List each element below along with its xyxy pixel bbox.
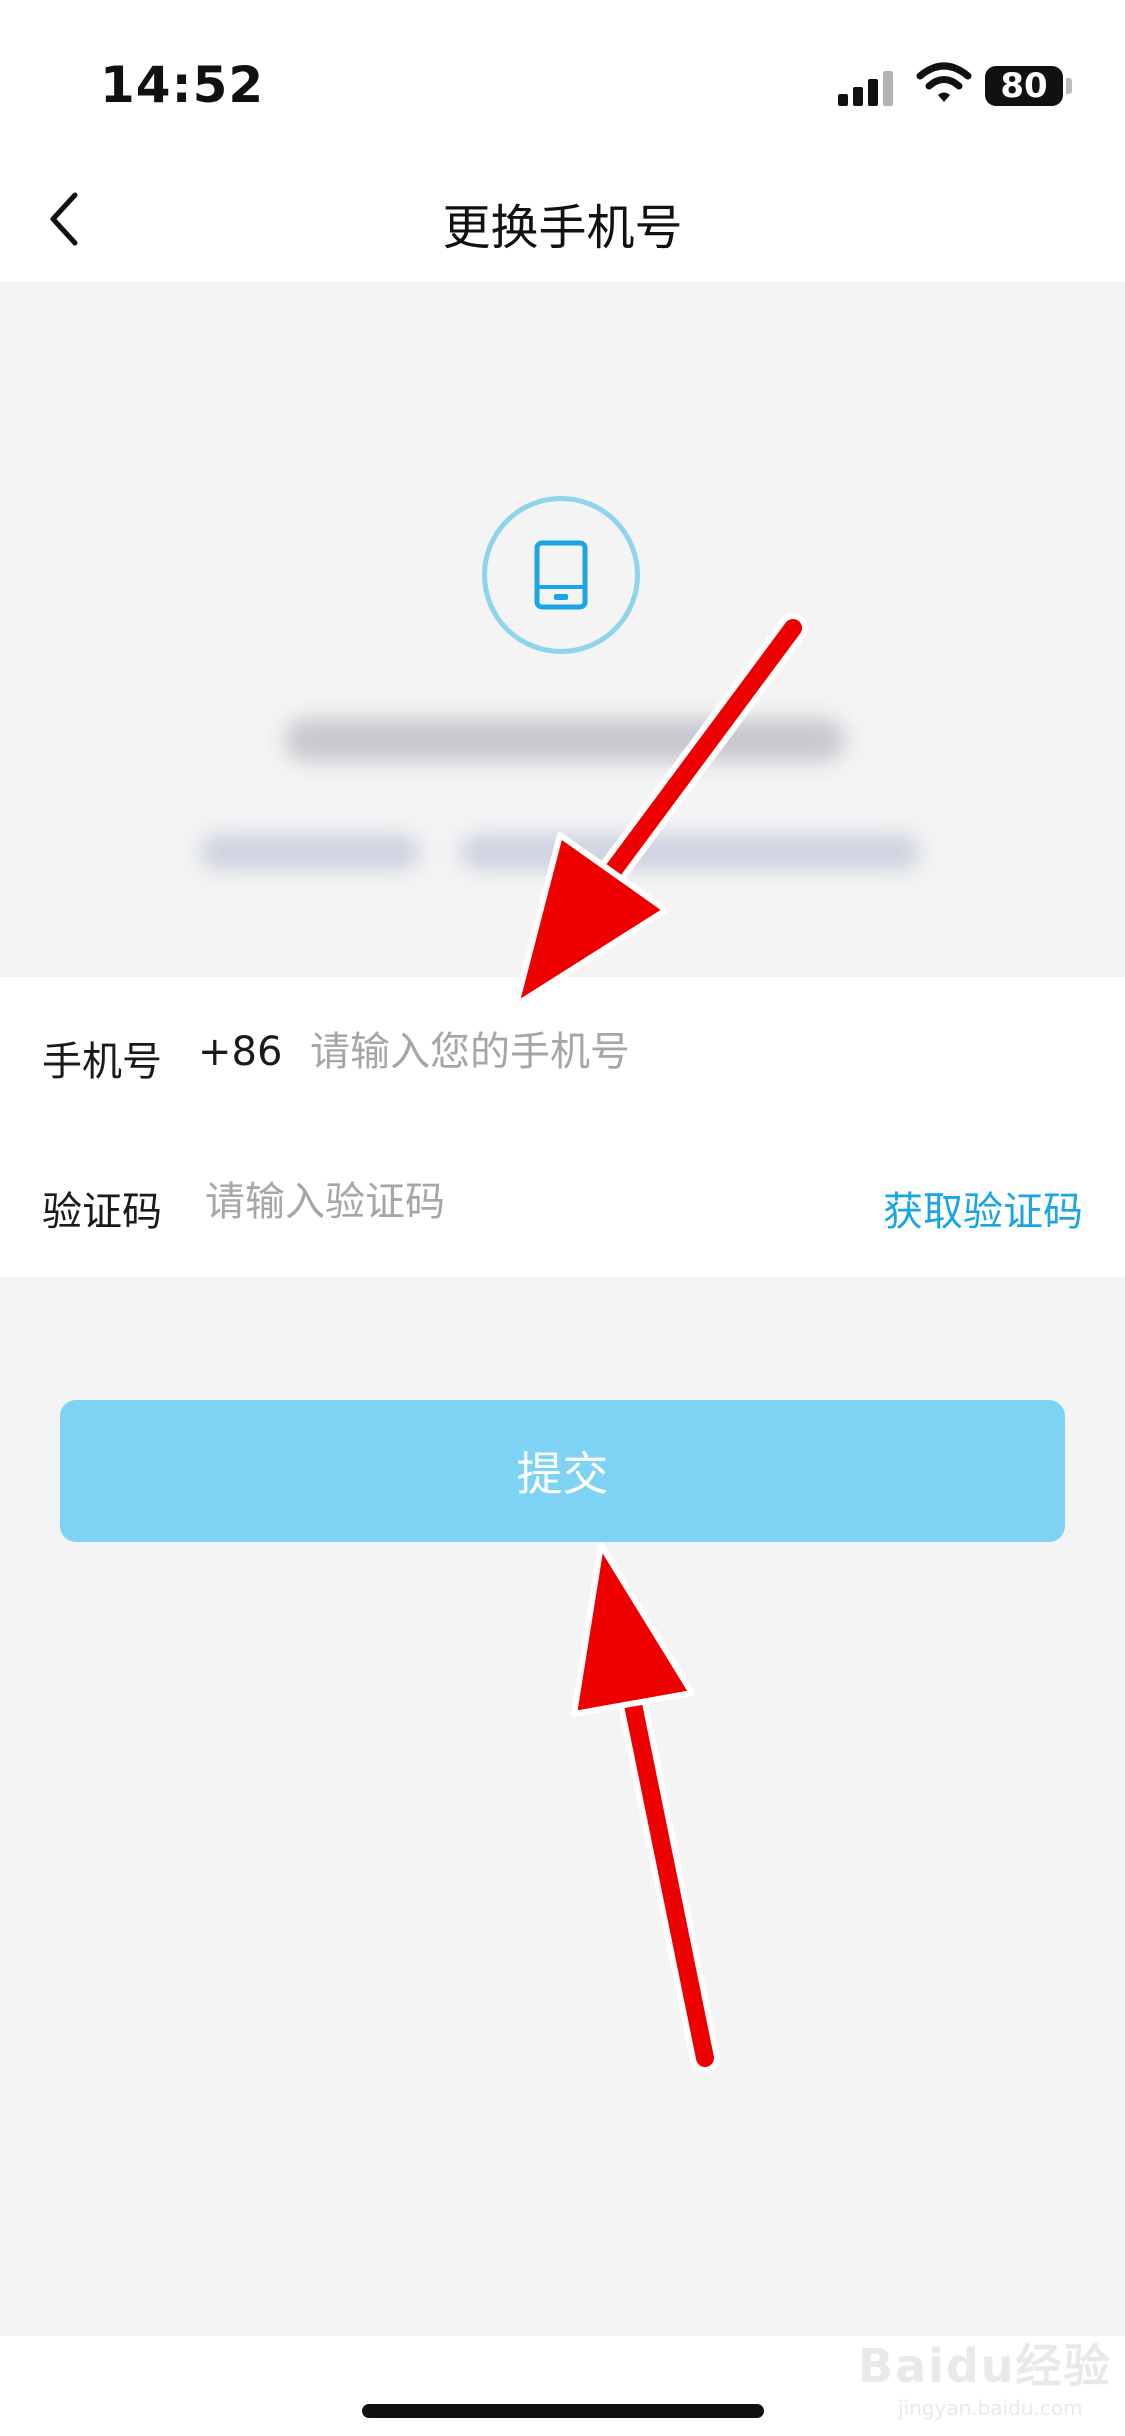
phone-input[interactable] — [310, 1017, 870, 1087]
country-code[interactable]: +86 — [198, 1029, 282, 1075]
blurred-current-number — [285, 718, 845, 762]
home-indicator[interactable] — [362, 2404, 764, 2418]
baidu-watermark: Baidu经验 — [858, 2339, 1112, 2393]
blurred-notice-right — [460, 834, 920, 870]
wifi-icon — [916, 62, 972, 102]
phone-device-icon — [534, 540, 588, 610]
navigation-bar: 更换手机号 — [0, 150, 1125, 282]
blurred-notice-left — [200, 834, 420, 870]
submit-button[interactable]: 提交 — [60, 1400, 1065, 1542]
phone-row: 手机号 +86 — [0, 977, 1125, 1127]
status-bar: 14:52 80 — [0, 0, 1125, 150]
code-row: 验证码 获取验证码 — [0, 1127, 1125, 1277]
page-title: 更换手机号 — [442, 200, 683, 256]
phone-label: 手机号 — [42, 1039, 162, 1085]
battery-cap — [1066, 78, 1072, 94]
annotation-arrow — [571, 1542, 720, 2073]
signal-icon — [838, 71, 893, 106]
form-panel: 手机号 +86 验证码 获取验证码 — [0, 977, 1125, 1277]
battery-icon: 80 — [985, 66, 1063, 106]
baidu-watermark-url: jingyan.baidu.com — [898, 2396, 1083, 2420]
code-input[interactable] — [205, 1167, 665, 1237]
code-label: 验证码 — [42, 1189, 162, 1235]
info-header — [0, 282, 1125, 977]
get-code-button[interactable]: 获取验证码 — [883, 1179, 1083, 1237]
phone-badge — [482, 496, 640, 654]
status-time: 14:52 — [100, 56, 265, 114]
